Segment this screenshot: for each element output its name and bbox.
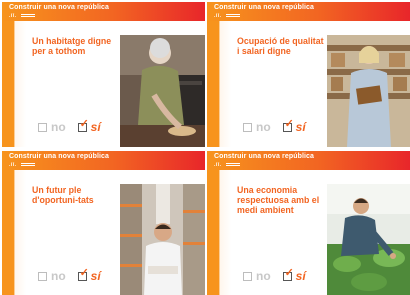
checkbox-si: ✓ (282, 267, 294, 281)
checkbox-si: ✓ (77, 118, 89, 132)
checkbox-si: ✓ (77, 267, 89, 281)
poster-headline: Una economia respectuosa amb el medi amb… (237, 185, 320, 215)
campaign-bar: Construir una nova república .íí. (207, 2, 410, 21)
ballot-options: no ✓ sí (243, 118, 306, 134)
ballot-options: no ✓ sí (38, 118, 101, 134)
party-logo: .íí. (9, 13, 17, 19)
checkmark-icon: ✓ (284, 266, 294, 279)
checkbox-no (243, 122, 252, 132)
poster-headline: Un futur ple d'oportuni-tats (32, 185, 94, 205)
poster-headline: Un habitatge digne per a tothom (32, 36, 112, 56)
campaign-title: Construir una nova república (9, 153, 110, 160)
party-logo: .íí. (214, 162, 222, 168)
poster-environment: Construir una nova república .íí. Una ec… (207, 151, 410, 295)
campaign-title: Construir una nova república (214, 4, 315, 11)
option-si: sí (90, 269, 101, 283)
option-no: no (51, 120, 66, 134)
party-logo: .íí. (9, 162, 17, 168)
logo-lines-icon (21, 163, 35, 168)
checkbox-no (38, 271, 47, 281)
logo-lines-icon (226, 163, 240, 168)
campaign-bar: Construir una nova república .íí. (2, 151, 205, 170)
option-no: no (51, 269, 66, 283)
ballot-options: no ✓ sí (38, 267, 101, 283)
logo-lines-icon (226, 14, 240, 19)
photo-young-man-warehouse (120, 184, 205, 295)
option-si: sí (295, 120, 306, 134)
checkbox-si: ✓ (282, 118, 294, 132)
campaign-title: Construir una nova república (9, 4, 110, 11)
option-no: no (256, 269, 271, 283)
poster-employment: Construir una nova república .íí. Ocupac… (207, 2, 410, 147)
checkbox-no (38, 122, 47, 132)
poster-future: Construir una nova república .íí. Un fut… (2, 151, 205, 295)
campaign-bar: Construir una nova república .íí. (2, 2, 205, 21)
photo-warehouse-worker-tablet (327, 35, 410, 147)
poster-housing: Construir una nova república .íí. Un hab… (2, 2, 205, 147)
photo-elderly-woman-baking (120, 35, 205, 147)
poster-grid: Construir una nova república .íí. Un hab… (0, 0, 410, 295)
photo-farmer-greenhouse (327, 184, 410, 295)
poster-headline: Ocupació de qualitat i salari digne (237, 36, 324, 56)
party-logo: .íí. (214, 13, 222, 19)
checkmark-icon: ✓ (284, 117, 294, 130)
campaign-bar: Construir una nova república .íí. (207, 151, 410, 170)
checkmark-icon: ✓ (79, 117, 89, 130)
option-no: no (256, 120, 271, 134)
logo-lines-icon (21, 14, 35, 19)
campaign-title: Construir una nova república (214, 153, 315, 160)
ballot-options: no ✓ sí (243, 267, 306, 283)
option-si: sí (90, 120, 101, 134)
checkmark-icon: ✓ (79, 266, 89, 279)
option-si: sí (295, 269, 306, 283)
checkbox-no (243, 271, 252, 281)
